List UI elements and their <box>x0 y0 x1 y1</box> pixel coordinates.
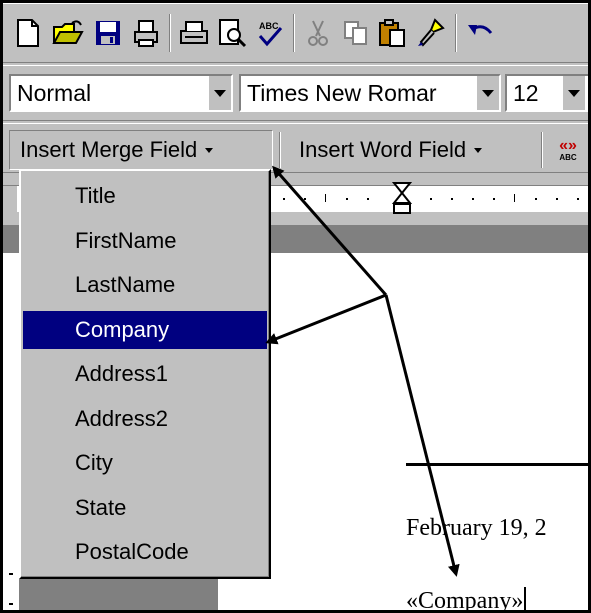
toolbar-separator <box>541 132 543 168</box>
chevron-down-icon[interactable] <box>208 76 231 110</box>
toolbar-separator <box>293 14 295 52</box>
ruler-tick <box>325 194 326 202</box>
ruler-tick <box>367 198 369 200</box>
chevron-down-icon[interactable] <box>476 76 499 110</box>
chevron-down-icon <box>474 147 483 153</box>
font-size-combo[interactable]: 12 <box>505 74 588 112</box>
ruler-tick <box>535 198 537 200</box>
style-value: Normal <box>17 80 92 106</box>
open-folder-icon[interactable] <box>51 14 85 52</box>
date-text: February 19, 2 <box>406 515 547 541</box>
vertical-ruler <box>3 253 19 610</box>
font-value: Times New Romar <box>247 80 437 106</box>
font-size-value: 12 <box>513 80 539 106</box>
print-icon[interactable] <box>177 14 211 52</box>
ruler-tick <box>493 198 495 200</box>
insert-merge-field-label: Insert Merge Field <box>20 137 198 162</box>
ruler-tick <box>472 198 474 200</box>
text-cursor <box>524 587 527 610</box>
menu-item-title[interactable]: Title <box>23 177 267 215</box>
ruler-tick <box>514 194 515 202</box>
chevron-down-icon[interactable] <box>562 76 585 110</box>
toolbar-separator <box>279 132 281 168</box>
print-preview-icon[interactable] <box>215 14 249 52</box>
menu-item-lastname[interactable]: LastName <box>23 266 267 304</box>
merge-field-abc-label: ABC <box>559 153 577 162</box>
format-painter-icon[interactable] <box>413 14 447 52</box>
insert-merge-field-button[interactable]: Insert Merge Field <box>9 130 273 170</box>
ruler-margin <box>3 186 17 212</box>
ruler-tick <box>304 198 306 200</box>
insert-word-field-label: Insert Word Field <box>299 137 467 162</box>
menu-item-firstname[interactable]: FirstName <box>23 222 267 260</box>
save-icon[interactable] <box>91 14 125 52</box>
menu-item-company[interactable]: Company <box>23 310 267 349</box>
ruler-tick <box>430 198 432 200</box>
spelling-check-icon[interactable]: ABC <box>253 14 287 52</box>
document-page[interactable]: February 19, 2 «Company» <box>218 253 588 610</box>
ruler-tick <box>451 198 453 200</box>
menu-item-state[interactable]: State <box>23 489 267 527</box>
mail-merge-toolbar: Insert Merge Field Insert Word Field «» … <box>3 123 588 173</box>
ruler-tick <box>346 198 348 200</box>
menu-item-address1[interactable]: Address1 <box>23 355 267 393</box>
word-window: ABC Normal Times New Romar 12 Insert Mer… <box>3 3 588 610</box>
paste-icon[interactable] <box>375 14 409 52</box>
svg-text:ABC: ABC <box>259 21 279 31</box>
menu-item-city[interactable]: City <box>23 444 267 482</box>
merge-field-line[interactable]: «Company» <box>406 587 527 610</box>
menu-item-address2[interactable]: Address2 <box>23 400 267 438</box>
merge-field-chevrons-icon: «» <box>559 137 577 154</box>
indent-marker-icon[interactable] <box>391 182 413 216</box>
ruler-tick <box>556 198 558 200</box>
ruler-tick <box>283 198 285 200</box>
new-document-icon[interactable] <box>11 14 45 52</box>
copy-icon[interactable] <box>339 14 373 52</box>
company-merge-field: «Company» <box>406 588 524 610</box>
style-combo[interactable]: Normal <box>9 74 233 112</box>
insert-word-field-button[interactable]: Insert Word Field <box>291 130 549 170</box>
font-combo[interactable]: Times New Romar <box>239 74 501 112</box>
view-merged-data-button[interactable]: «» ABC <box>551 130 585 170</box>
letterhead-rule <box>406 463 588 466</box>
merge-field-menu: Title FirstName LastName Company Address1 Add… <box>19 169 271 579</box>
toolbar-separator <box>169 14 171 52</box>
menu-item-postalcode[interactable]: PostalCode <box>23 533 267 571</box>
undo-icon[interactable] <box>463 14 497 52</box>
formatting-toolbar: Normal Times New Romar 12 <box>3 65 588 121</box>
cut-icon[interactable] <box>301 14 335 52</box>
standard-toolbar: ABC <box>3 3 588 63</box>
print-preview-page-icon[interactable] <box>129 14 163 52</box>
toolbar-separator <box>455 14 457 52</box>
chevron-down-icon <box>205 147 214 153</box>
ruler-tick <box>577 198 579 200</box>
